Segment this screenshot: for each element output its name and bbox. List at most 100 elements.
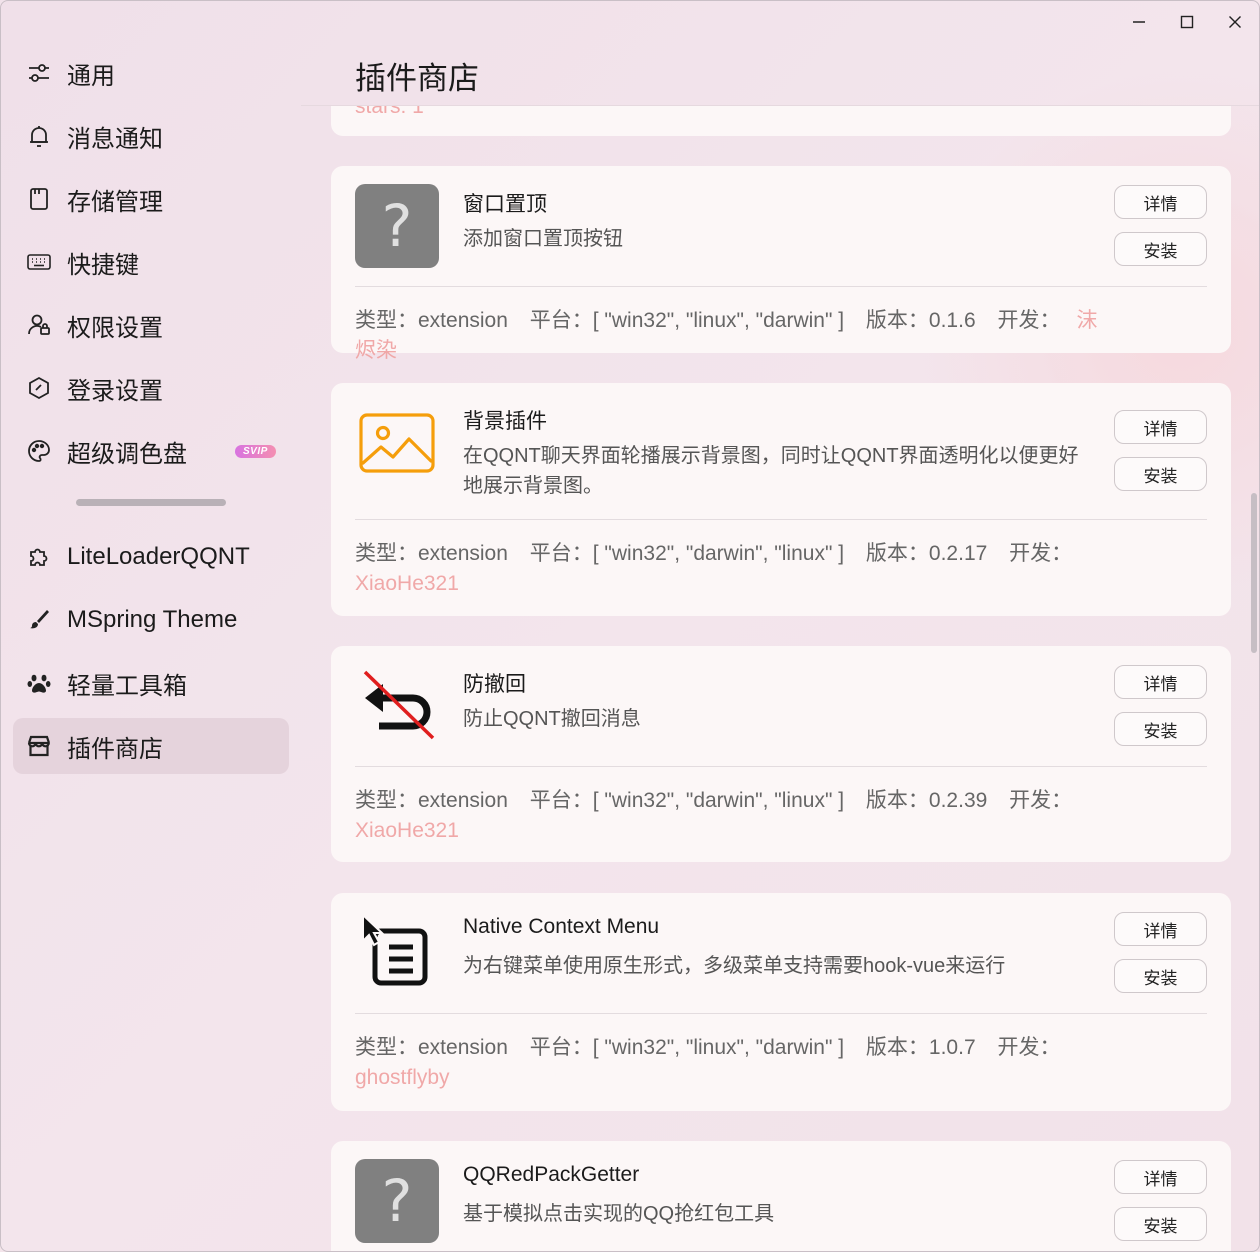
minimize-icon xyxy=(1133,21,1145,23)
plugin-card: ? 窗口置顶 添加窗口置顶按钮 详情 安装 类型：extension 平台：[ … xyxy=(331,166,1231,362)
version-value: 1.0.7 xyxy=(928,1036,976,1059)
plugin-meta: 类型：extension 平台：[ "win32", "linux", "dar… xyxy=(355,306,1115,366)
sidebar-item-label: 超级调色盘 xyxy=(67,440,187,468)
platform-value: [ "win32", "darwin", "linux" ] xyxy=(592,542,845,565)
partial-text: stars: 1 xyxy=(355,106,424,118)
platform-label: 平台： xyxy=(529,789,593,812)
author-link[interactable]: XiaoHe321 xyxy=(355,819,459,842)
sidebar-item-permissions[interactable]: 权限设置 xyxy=(13,297,289,353)
version-value: 0.2.39 xyxy=(928,789,988,812)
page-title: 插件商店 xyxy=(355,61,479,96)
developer-label: 开发： xyxy=(1009,542,1073,565)
details-button[interactable]: 详情 xyxy=(1114,912,1207,946)
sidebar-item-plugin-store[interactable]: 插件商店 xyxy=(13,718,289,774)
plugin-card-partial: stars: 1 xyxy=(331,106,1231,136)
store-icon xyxy=(25,732,53,760)
author-link[interactable]: XiaoHe321 xyxy=(355,572,459,595)
sidebar-item-label: 快捷键 xyxy=(67,251,139,279)
sidebar-item-label: MSpring Theme xyxy=(67,606,238,633)
version-label: 版本： xyxy=(865,789,929,812)
type-value: extension xyxy=(418,789,508,812)
platform-value: [ "win32", "linux", "darwin" ] xyxy=(592,1036,845,1059)
app-window: 通用 消息通知 存储管理 快捷键 权限设置 登录设置 超级调色盘 SVIP Li… xyxy=(0,0,1260,1252)
plugin-card: ? QQRedPackGetter 基于模拟点击实现的QQ抢红包工具 详情 安装 xyxy=(331,1141,1231,1251)
developer-label: 开发： xyxy=(997,309,1061,332)
question-icon: ? xyxy=(355,184,439,268)
version-value: 0.1.6 xyxy=(928,309,976,332)
palette-icon xyxy=(25,437,53,465)
install-button[interactable]: 安装 xyxy=(1114,457,1207,491)
plugin-name: 防撤回 xyxy=(463,673,526,696)
install-button[interactable]: 安装 xyxy=(1114,1207,1207,1241)
storage-icon xyxy=(25,185,53,213)
image-icon xyxy=(355,401,439,485)
plugin-meta: 类型：extension 平台：[ "win32", "linux", "dar… xyxy=(355,1033,1115,1093)
plugin-card: Native Context Menu 为右键菜单使用原生形式，多级菜单支持需要… xyxy=(331,893,1231,1111)
plugin-name: QQRedPackGetter xyxy=(463,1163,640,1186)
plugin-desc: 防止QQNT撤回消息 xyxy=(463,708,641,730)
author-link[interactable]: ghostflyby xyxy=(355,1066,450,1089)
details-button[interactable]: 详情 xyxy=(1114,185,1207,219)
close-button[interactable] xyxy=(1211,1,1259,43)
card-divider xyxy=(355,286,1207,287)
type-value: extension xyxy=(418,309,508,332)
version-label: 版本： xyxy=(865,1036,929,1059)
platform-value: [ "win32", "darwin", "linux" ] xyxy=(592,789,845,812)
details-button[interactable]: 详情 xyxy=(1114,665,1207,699)
sidebar-item-mspring-theme[interactable]: MSpring Theme xyxy=(13,592,289,648)
platform-label: 平台： xyxy=(529,542,593,565)
sidebar-item-login[interactable]: 登录设置 xyxy=(13,360,289,416)
plugin-card: 防撤回 防止QQNT撤回消息 详情 安装 类型：extension 平台：[ "… xyxy=(331,646,1231,862)
user-lock-icon xyxy=(25,311,53,339)
sidebar-item-label: 存储管理 xyxy=(67,188,163,216)
maximize-button[interactable] xyxy=(1163,1,1211,43)
close-icon xyxy=(1229,16,1241,28)
puzzle-icon xyxy=(25,543,53,571)
sidebar-item-shortcuts[interactable]: 快捷键 xyxy=(13,234,289,290)
plugin-list[interactable]: stars: 1 ? 窗口置顶 添加窗口置顶按钮 详情 安装 类型：extens… xyxy=(301,106,1246,1251)
plugin-name: 背景插件 xyxy=(463,410,547,433)
sidebar-item-palette[interactable]: 超级调色盘 SVIP xyxy=(13,423,289,479)
scrollbar-thumb[interactable] xyxy=(1251,493,1257,653)
plugin-desc: 为右键菜单使用原生形式，多级菜单支持需要hook-vue来运行 xyxy=(463,955,1006,977)
developer-label: 开发： xyxy=(1009,789,1073,812)
sidebar-item-toolbox[interactable]: 轻量工具箱 xyxy=(13,655,289,711)
plugin-meta: 类型：extension 平台：[ "win32", "darwin", "li… xyxy=(355,786,1115,846)
platform-label: 平台： xyxy=(529,1036,593,1059)
question-icon: ? xyxy=(355,1159,439,1243)
type-value: extension xyxy=(418,542,508,565)
type-label: 类型： xyxy=(355,1036,418,1059)
type-label: 类型： xyxy=(355,542,418,565)
details-button[interactable]: 详情 xyxy=(1114,410,1207,444)
install-button[interactable]: 安装 xyxy=(1114,712,1207,746)
card-divider xyxy=(355,519,1207,520)
minimize-button[interactable] xyxy=(1115,1,1163,43)
platform-value: [ "win32", "linux", "darwin" ] xyxy=(592,309,845,332)
sidebar-item-liteloader[interactable]: LiteLoaderQQNT xyxy=(13,529,289,585)
plugin-desc: 基于模拟点击实现的QQ抢红包工具 xyxy=(463,1203,775,1225)
card-divider xyxy=(355,766,1207,767)
sidebar-divider xyxy=(76,499,226,506)
install-button[interactable]: 安装 xyxy=(1114,959,1207,993)
sidebar-item-label: LiteLoaderQQNT xyxy=(67,543,250,570)
no-undo-icon xyxy=(355,664,439,748)
hexagon-icon xyxy=(25,374,53,402)
brush-icon xyxy=(25,606,53,634)
sidebar-item-label: 登录设置 xyxy=(67,377,163,405)
card-divider xyxy=(355,1013,1207,1014)
type-label: 类型： xyxy=(355,309,418,332)
sidebar-item-general[interactable]: 通用 xyxy=(13,45,289,101)
details-button[interactable]: 详情 xyxy=(1114,1160,1207,1194)
platform-label: 平台： xyxy=(529,309,593,332)
plugin-desc: 在QQNT聊天界面轮播展示背景图，同时让QQNT界面透明化以便更好地展示背景图。 xyxy=(463,445,1079,497)
sidebar-item-label: 插件商店 xyxy=(67,735,163,763)
sidebar-item-label: 通用 xyxy=(67,62,115,90)
version-value: 0.2.17 xyxy=(928,542,988,565)
sidebar-item-notifications[interactable]: 消息通知 xyxy=(13,108,289,164)
sidebar-item-storage[interactable]: 存储管理 xyxy=(13,171,289,227)
install-button[interactable]: 安装 xyxy=(1114,232,1207,266)
paw-icon xyxy=(25,669,53,697)
context-menu-icon xyxy=(355,911,439,995)
svip-badge: SVIP xyxy=(235,444,276,458)
type-label: 类型： xyxy=(355,789,418,812)
